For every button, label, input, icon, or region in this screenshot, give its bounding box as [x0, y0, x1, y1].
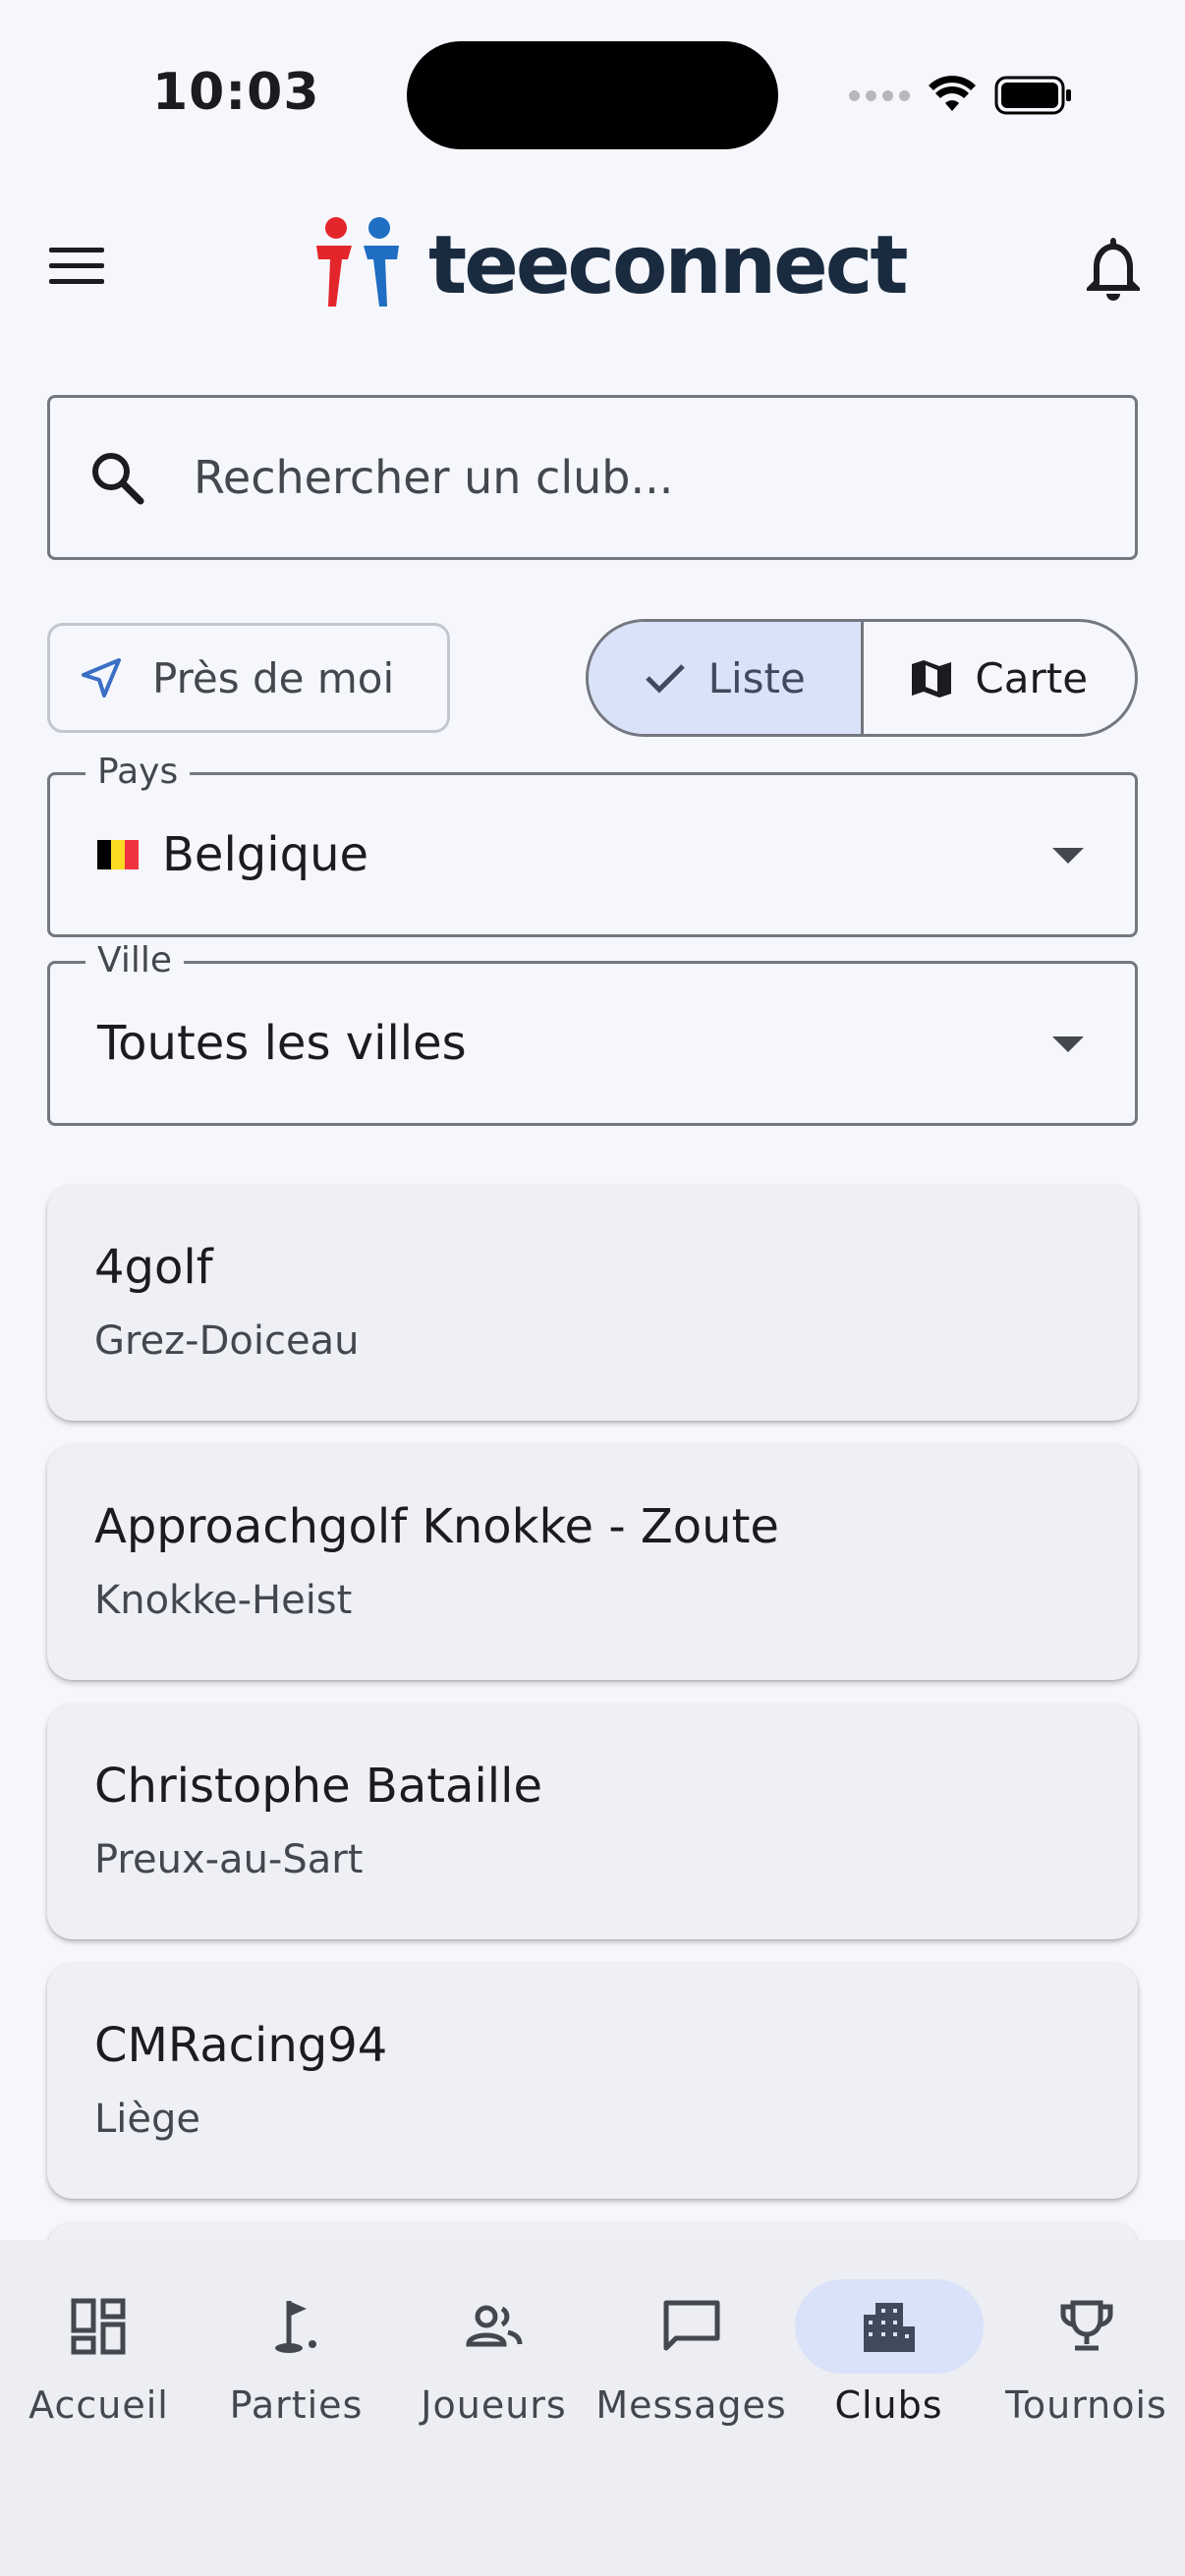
club-card[interactable]: Christophe Bataille Preux-au-Sart — [47, 1704, 1138, 1939]
nav-item-parties[interactable]: Parties — [198, 2279, 395, 2576]
wifi-icon — [929, 76, 976, 111]
search-icon — [92, 453, 144, 505]
bottom-navigation: Accueil Parties Joueurs Messages Clubs T… — [0, 2240, 1185, 2576]
battery-icon — [994, 76, 1071, 115]
navigation-arrow-icon — [82, 658, 121, 698]
map-view-toggle[interactable]: Carte — [864, 622, 1136, 734]
club-name: Christophe Bataille — [94, 1759, 542, 1814]
club-card[interactable]: Approachgolf Knokke - Zoute Knokke-Heist — [47, 1444, 1138, 1680]
dashboard-icon — [71, 2298, 125, 2355]
near-me-label: Près de moi — [152, 653, 395, 702]
club-city: Liège — [94, 2097, 201, 2142]
club-name: Approachgolf Knokke - Zoute — [94, 1499, 779, 1554]
dropdown-arrow-icon — [1052, 1036, 1084, 1052]
logo-text: teeconnect — [428, 218, 909, 312]
map-view-label: Carte — [975, 653, 1089, 702]
golf-flag-icon — [274, 2301, 316, 2353]
logo-mark-icon — [316, 217, 399, 307]
club-name: 4golf — [94, 1240, 213, 1295]
club-city: Preux-au-Sart — [94, 1837, 364, 1882]
club-card[interactable]: 4golf Grez-Doiceau — [47, 1185, 1138, 1421]
nav-item-tournois[interactable]: Tournois — [988, 2279, 1185, 2576]
nav-label: Tournois — [1005, 2383, 1167, 2427]
club-card[interactable]: CMRacing94 Liège — [47, 1963, 1138, 2199]
map-icon — [912, 660, 952, 698]
nav-label: Clubs — [834, 2383, 943, 2427]
trophy-icon — [1060, 2300, 1112, 2351]
club-city: Grez-Doiceau — [94, 1318, 360, 1364]
near-me-button[interactable]: Près de moi — [47, 623, 450, 733]
active-indicator — [794, 2279, 984, 2374]
list-view-toggle[interactable]: Liste — [589, 622, 864, 734]
city-dropdown[interactable]: Ville Toutes les villes — [47, 938, 1138, 1126]
status-time: 10:03 — [152, 63, 320, 122]
nav-item-accueil[interactable]: Accueil — [0, 2279, 198, 2576]
app-logo: teeconnect — [314, 216, 909, 314]
city-dropdown-value: Toutes les villes — [97, 1016, 467, 1071]
dropdown-arrow-icon — [1052, 848, 1084, 864]
search-input[interactable] — [194, 451, 980, 504]
check-icon — [645, 664, 685, 694]
country-dropdown[interactable]: Pays Belgique — [47, 750, 1138, 937]
nav-item-messages[interactable]: Messages — [592, 2279, 790, 2576]
club-city: Knokke-Heist — [94, 1578, 353, 1623]
nav-label: Parties — [229, 2383, 364, 2427]
status-icons — [849, 71, 1073, 120]
nav-item-clubs[interactable]: Clubs — [790, 2279, 988, 2576]
country-dropdown-label: Pays — [85, 750, 191, 795]
dynamic-island — [407, 41, 778, 149]
menu-icon[interactable] — [49, 236, 118, 295]
club-search-field[interactable] — [47, 395, 1138, 560]
notifications-bell-icon[interactable] — [1081, 232, 1146, 301]
view-toggle: Liste Carte — [586, 619, 1138, 737]
signal-icon — [849, 89, 910, 101]
clubs-screen: 10:03 teeconnect Rechercher un club... P… — [0, 0, 1185, 2576]
city-dropdown-label: Ville — [85, 938, 184, 983]
nav-label: Joueurs — [421, 2383, 567, 2427]
nav-label: Accueil — [28, 2383, 169, 2427]
club-name: CMRacing94 — [94, 2018, 388, 2073]
people-icon — [465, 2305, 522, 2347]
nav-label: Messages — [595, 2383, 787, 2427]
country-dropdown-value: Belgique — [162, 827, 369, 882]
nav-item-joueurs[interactable]: Joueurs — [395, 2279, 592, 2576]
building-icon — [863, 2303, 915, 2352]
list-view-label: Liste — [707, 653, 806, 702]
belgium-flag-icon — [97, 840, 139, 869]
chat-icon — [663, 2300, 719, 2351]
